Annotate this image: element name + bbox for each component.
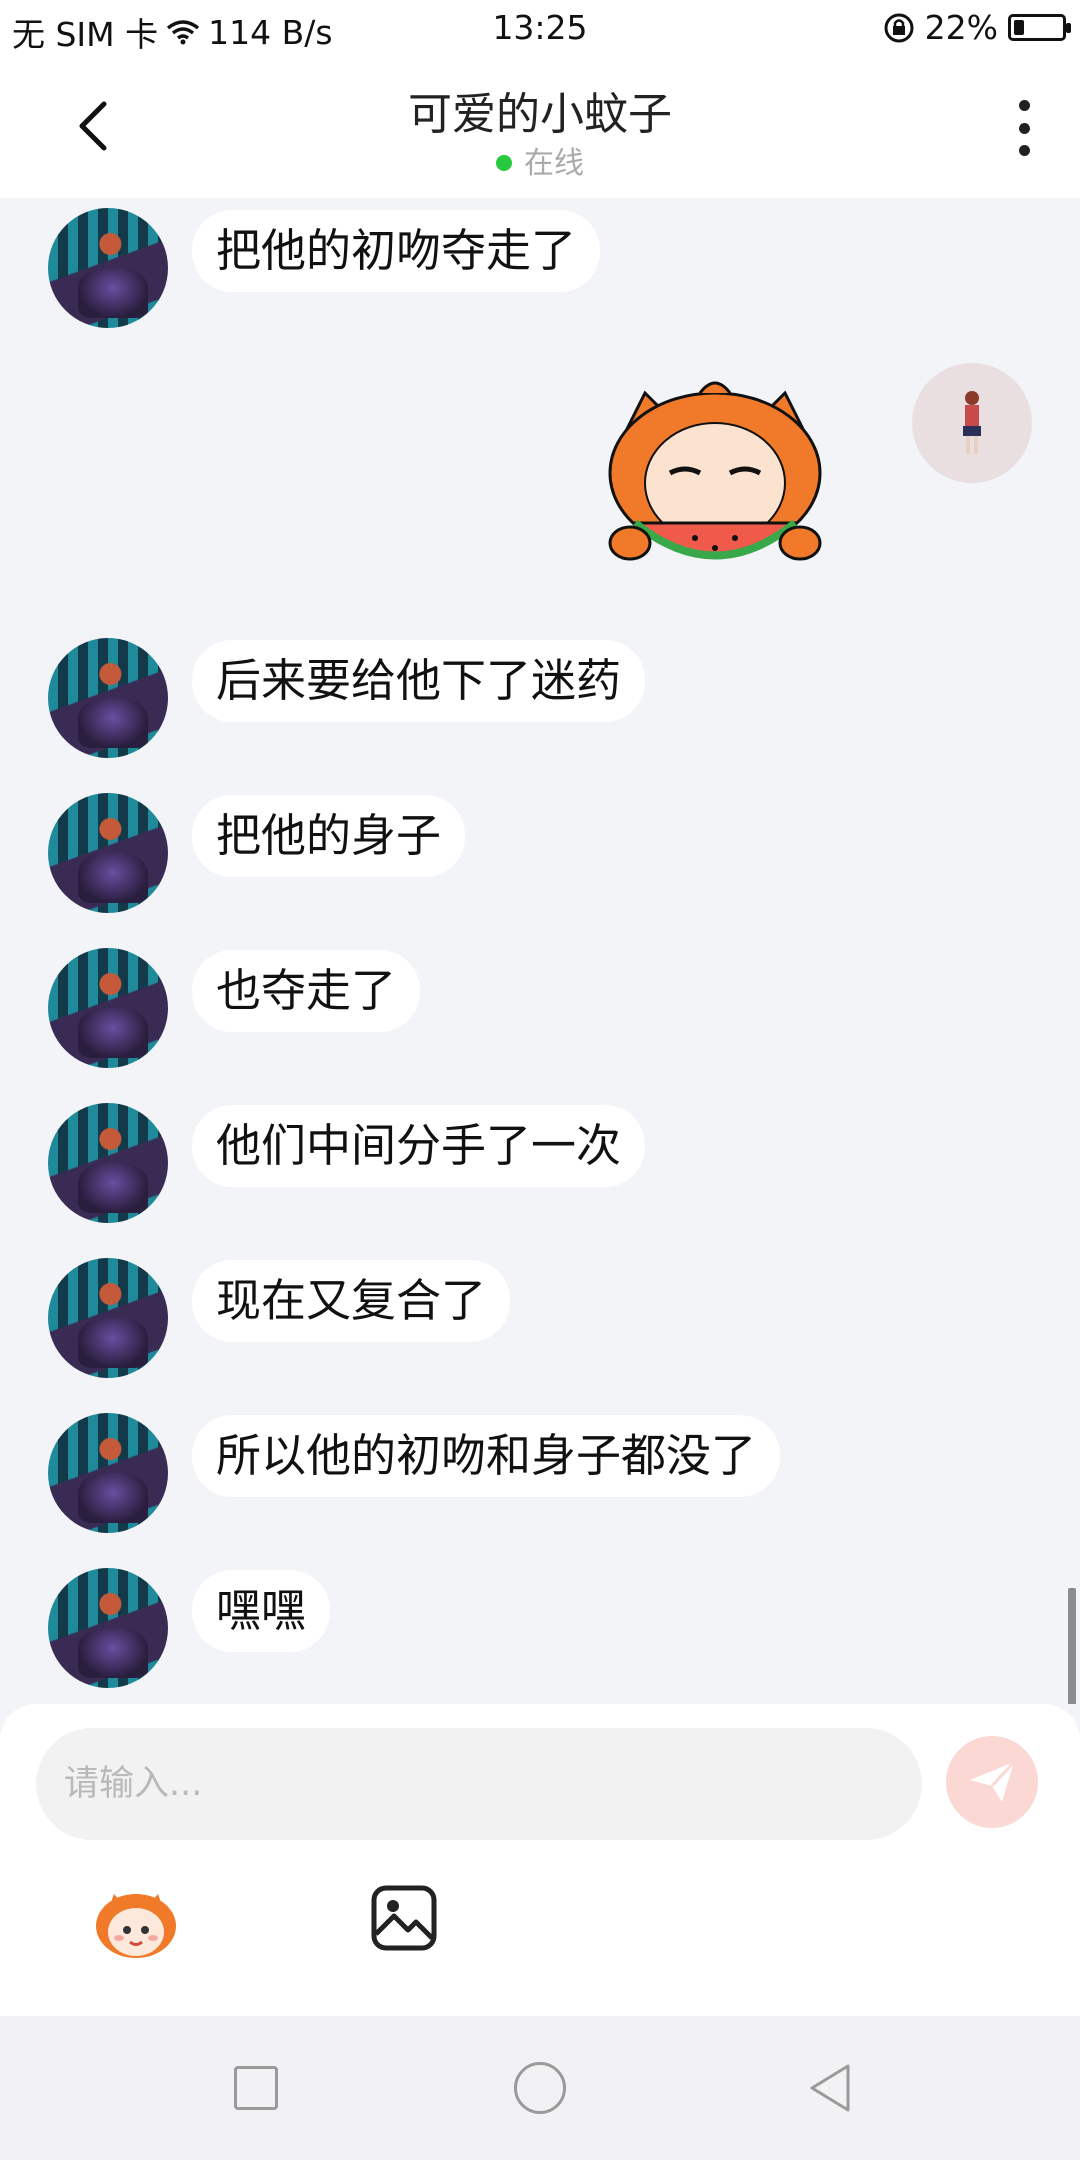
message-bubble[interactable]: 后来要给他下了迷药: [192, 640, 646, 722]
mascot-emoji-icon[interactable]: [92, 1886, 180, 1962]
battery-icon: [1008, 14, 1071, 41]
contact-avatar[interactable]: [48, 1568, 168, 1688]
message-item: 把他的身子: [48, 793, 466, 913]
message-bubble[interactable]: 现在又复合了: [192, 1260, 511, 1342]
online-dot: [496, 155, 512, 171]
message-item: 嘿嘿: [48, 1568, 331, 1688]
message-bubble[interactable]: 嘿嘿: [192, 1570, 331, 1652]
online-status-label: 在线: [524, 146, 584, 181]
recent-apps-button[interactable]: [234, 2066, 278, 2110]
system-nav-bar: [0, 2016, 1080, 2160]
image-icon[interactable]: [370, 1884, 438, 1952]
message-item: 也夺走了: [48, 948, 421, 1068]
chat-scrollbar[interactable]: [1068, 1588, 1076, 1704]
contact-avatar[interactable]: [48, 948, 168, 1068]
message-bubble[interactable]: 把他的初吻夺走了: [192, 210, 601, 292]
contact-avatar[interactable]: [48, 1258, 168, 1378]
avatar-figure-icon: [963, 391, 981, 454]
input-area: [0, 1704, 1080, 2016]
more-options-button[interactable]: [1012, 100, 1036, 156]
nav-back-icon[interactable]: [806, 2062, 854, 2114]
contact-avatar[interactable]: [48, 208, 168, 328]
message-item: 后来要给他下了迷药: [48, 638, 646, 758]
send-button[interactable]: [946, 1736, 1038, 1828]
contact-avatar[interactable]: [48, 1103, 168, 1223]
status-bar: 无 SIM 卡 114 B/s 13:25 22%: [0, 0, 1080, 56]
message-bubble[interactable]: 他们中间分手了一次: [192, 1105, 646, 1187]
my-avatar[interactable]: [912, 363, 1032, 483]
rotation-lock-icon: [884, 13, 914, 42]
message-input[interactable]: [36, 1728, 922, 1840]
message-item: 他们中间分手了一次: [48, 1103, 646, 1223]
message-item: 现在又复合了: [48, 1258, 511, 1378]
chat-header: 可爱的小蚊子 在线: [0, 56, 1080, 198]
message-bubble[interactable]: 把他的身子: [192, 795, 466, 877]
online-status: 在线: [0, 138, 1080, 182]
message-bubble[interactable]: 所以他的初吻和身子都没了: [192, 1415, 781, 1497]
more-dot-icon: [1018, 122, 1030, 134]
battery-percent: 22%: [924, 8, 998, 47]
message-list[interactable]: 把他的初吻夺走了 后来要给他下了迷药 把他的身子 也夺走了 他们中间分手了一次 …: [0, 198, 1080, 1704]
sticker-watermelon-mascot[interactable]: [590, 373, 840, 593]
status-right: 22%: [883, 8, 1071, 47]
more-dot-icon: [1018, 100, 1030, 111]
contact-avatar[interactable]: [48, 1413, 168, 1533]
contact-avatar[interactable]: [48, 638, 168, 758]
more-dot-icon: [1018, 145, 1030, 156]
message-item: 把他的初吻夺走了: [48, 208, 601, 328]
message-bubble[interactable]: 也夺走了: [192, 950, 421, 1032]
home-button[interactable]: [514, 2062, 566, 2114]
battery-fill: [1014, 20, 1024, 35]
contact-avatar[interactable]: [48, 793, 168, 913]
chat-screen: 无 SIM 卡 114 B/s 13:25 22% 可爱的小蚊子 在线 把他的初…: [0, 0, 1080, 2160]
chat-title: 可爱的小蚊子: [408, 89, 672, 140]
message-item: 所以他的初吻和身子都没了: [48, 1413, 781, 1533]
paper-plane-icon: [970, 1760, 1016, 1802]
